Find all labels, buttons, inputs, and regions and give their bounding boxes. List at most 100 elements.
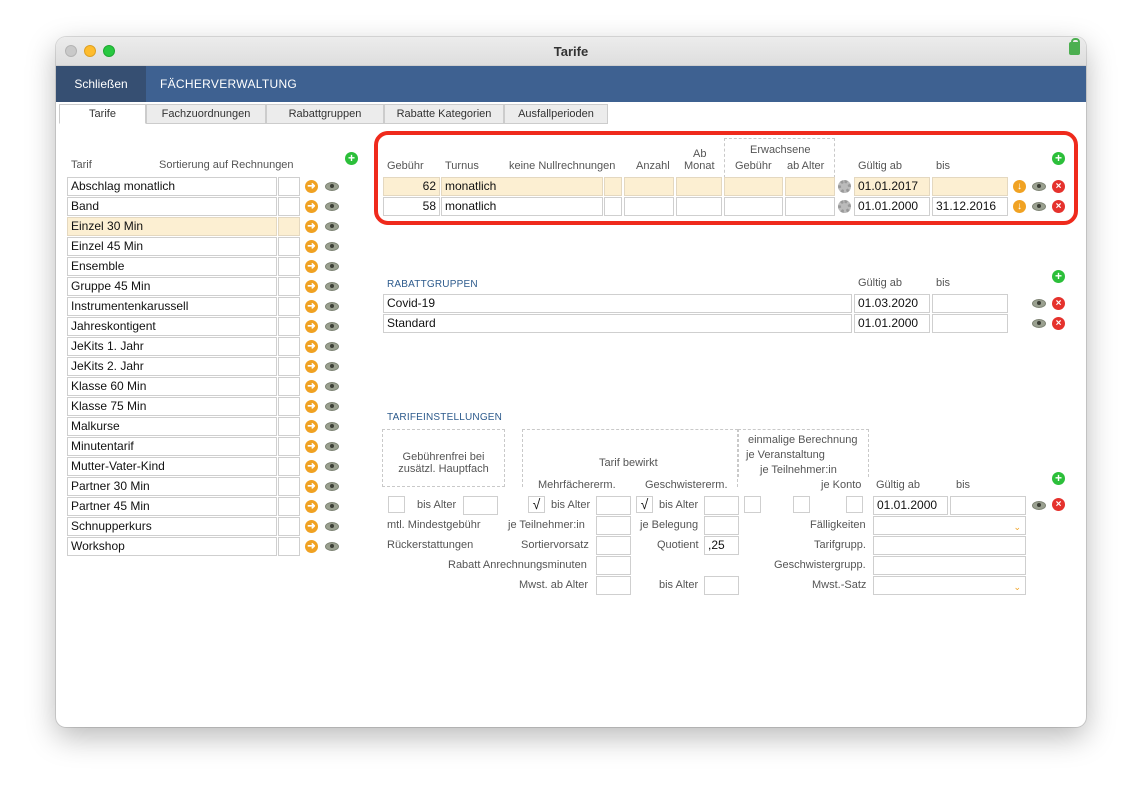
view-tarif-icon[interactable] xyxy=(325,262,339,271)
tarif-sort-input[interactable] xyxy=(278,317,300,336)
view-tarif-icon[interactable] xyxy=(325,342,339,351)
go-arrow-icon[interactable]: ➜ xyxy=(305,460,318,473)
tarif-item[interactable]: JeKits 2. Jahr xyxy=(67,357,277,376)
faelligkeiten-select[interactable]: ⌄ xyxy=(873,516,1026,535)
view-tarif-icon[interactable] xyxy=(325,322,339,331)
tab-rabatte-kategorien[interactable]: Rabatte Kategorien xyxy=(384,104,504,124)
tarif-sort-input[interactable] xyxy=(278,197,300,216)
view-tarif-icon[interactable] xyxy=(325,282,339,291)
tarif-item[interactable]: Abschlag monatlich xyxy=(67,177,277,196)
go-arrow-icon[interactable]: ➜ xyxy=(305,340,318,353)
view-tarif-icon[interactable] xyxy=(325,482,339,491)
je-teilnehmer-input[interactable] xyxy=(596,516,631,535)
mwst-satz-select[interactable]: ⌄ xyxy=(873,576,1026,595)
tarif-sort-input[interactable] xyxy=(278,357,300,376)
rabatt-gueltig-input[interactable]: 01.03.2020 xyxy=(854,294,930,313)
delete-setting-icon[interactable]: × xyxy=(1052,498,1065,511)
tarifgrupp-input[interactable] xyxy=(873,536,1026,555)
tarif-item[interactable]: Band xyxy=(67,197,277,216)
tarif-sort-input[interactable] xyxy=(278,397,300,416)
rabatt-anrech-input[interactable] xyxy=(596,556,631,575)
tarif-item[interactable]: Malkurse xyxy=(67,417,277,436)
rabatt-name-input[interactable]: Standard xyxy=(383,314,852,333)
view-tarif-icon[interactable] xyxy=(325,382,339,391)
tarif-item[interactable]: Mutter-Vater-Kind xyxy=(67,457,277,476)
go-arrow-icon[interactable]: ➜ xyxy=(305,320,318,333)
tarif-item[interactable]: Minutentarif xyxy=(67,437,277,456)
tarif-sort-input[interactable] xyxy=(278,337,300,356)
go-arrow-icon[interactable]: ➜ xyxy=(305,480,318,493)
go-arrow-icon[interactable]: ➜ xyxy=(305,180,318,193)
view-tarif-icon[interactable] xyxy=(325,222,339,231)
gebuehrenfrei-checkbox[interactable] xyxy=(388,496,405,513)
go-arrow-icon[interactable]: ➜ xyxy=(305,380,318,393)
close-button[interactable]: Schließen xyxy=(56,66,146,102)
tarif-sort-input[interactable] xyxy=(278,297,300,316)
view-tarif-icon[interactable] xyxy=(325,402,339,411)
tarif-sort-input[interactable] xyxy=(278,277,300,296)
tarif-sort-input[interactable] xyxy=(278,437,300,456)
delete-rabatt-icon[interactable]: × xyxy=(1052,297,1065,310)
add-rabatt-icon[interactable]: + xyxy=(1052,270,1065,283)
geschwistergrupp-input[interactable] xyxy=(873,556,1026,575)
view-tarif-icon[interactable] xyxy=(325,242,339,251)
je-konto-checkbox[interactable] xyxy=(846,496,863,513)
go-arrow-icon[interactable]: ➜ xyxy=(305,540,318,553)
tarif-sort-input[interactable] xyxy=(278,497,300,516)
tarif-item[interactable]: Jahreskontigent xyxy=(67,317,277,336)
tab-rabattgruppen[interactable]: Rabattgruppen xyxy=(266,104,384,124)
go-arrow-icon[interactable]: ➜ xyxy=(305,260,318,273)
view-tarif-icon[interactable] xyxy=(325,442,339,451)
view-tarif-icon[interactable] xyxy=(325,462,339,471)
go-arrow-icon[interactable]: ➜ xyxy=(305,520,318,533)
tarif-item[interactable]: Einzel 30 Min xyxy=(67,217,277,236)
view-tarif-icon[interactable] xyxy=(325,182,339,191)
rabatt-bis-input[interactable] xyxy=(932,314,1008,333)
tarif-sort-input[interactable] xyxy=(278,177,300,196)
view-rabatt-icon[interactable] xyxy=(1032,319,1046,328)
tab-ausfallperioden[interactable]: Ausfallperioden xyxy=(504,104,608,124)
view-tarif-icon[interactable] xyxy=(325,422,339,431)
go-arrow-icon[interactable]: ➜ xyxy=(305,200,318,213)
tarif-item[interactable]: Instrumentenkarussell xyxy=(67,297,277,316)
rabatt-bis-input[interactable] xyxy=(932,294,1008,313)
settings-bis-input[interactable] xyxy=(950,496,1026,515)
tarif-sort-input[interactable] xyxy=(278,417,300,436)
rabatt-name-input[interactable]: Covid-19 xyxy=(383,294,852,313)
tarif-item[interactable]: Ensemble xyxy=(67,257,277,276)
gebuehrenfrei-bis-alter-input[interactable] xyxy=(463,496,498,515)
delete-rabatt-icon[interactable]: × xyxy=(1052,317,1065,330)
tarif-sort-input[interactable] xyxy=(278,217,300,236)
tarif-item[interactable]: Workshop xyxy=(67,537,277,556)
tab-tarife[interactable]: Tarife xyxy=(59,104,146,124)
tarif-item[interactable]: Klasse 60 Min xyxy=(67,377,277,396)
add-setting-icon[interactable]: + xyxy=(1052,472,1065,485)
go-arrow-icon[interactable]: ➜ xyxy=(305,500,318,513)
go-arrow-icon[interactable]: ➜ xyxy=(305,360,318,373)
go-arrow-icon[interactable]: ➜ xyxy=(305,220,318,233)
go-arrow-icon[interactable]: ➜ xyxy=(305,420,318,433)
tarif-item[interactable]: Partner 30 Min xyxy=(67,477,277,496)
tarif-item[interactable]: JeKits 1. Jahr xyxy=(67,337,277,356)
sortier-input[interactable] xyxy=(596,536,631,555)
je-belegung-input[interactable] xyxy=(704,516,739,535)
view-tarif-icon[interactable] xyxy=(325,302,339,311)
rabatt-gueltig-input[interactable]: 01.01.2000 xyxy=(854,314,930,333)
mehrfach-checkbox[interactable]: √ xyxy=(528,496,545,513)
view-tarif-icon[interactable] xyxy=(325,502,339,511)
tarif-sort-input[interactable] xyxy=(278,257,300,276)
go-arrow-icon[interactable]: ➜ xyxy=(305,300,318,313)
view-rabatt-icon[interactable] xyxy=(1032,299,1046,308)
view-tarif-icon[interactable] xyxy=(325,522,339,531)
je-veranstaltung-checkbox[interactable] xyxy=(744,496,761,513)
tab-fachzuordnungen[interactable]: Fachzuordnungen xyxy=(146,104,266,124)
geschwister-bis-alter-input[interactable] xyxy=(704,496,739,515)
tarif-item[interactable]: Klasse 75 Min xyxy=(67,397,277,416)
tarif-item[interactable]: Partner 45 Min xyxy=(67,497,277,516)
view-tarif-icon[interactable] xyxy=(325,362,339,371)
tarif-item[interactable]: Einzel 45 Min xyxy=(67,237,277,256)
go-arrow-icon[interactable]: ➜ xyxy=(305,240,318,253)
view-tarif-icon[interactable] xyxy=(325,542,339,551)
tarif-sort-input[interactable] xyxy=(278,477,300,496)
tarif-sort-input[interactable] xyxy=(278,377,300,396)
